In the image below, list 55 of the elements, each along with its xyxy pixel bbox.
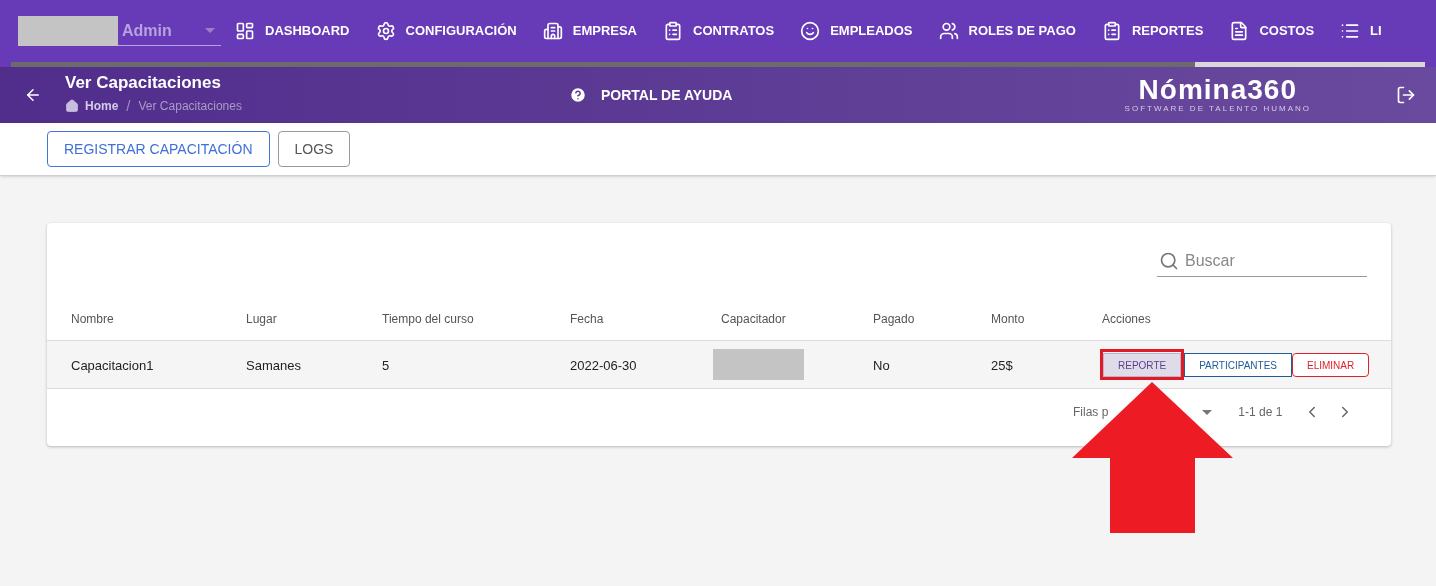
search-field[interactable]: Buscar — [1185, 248, 1355, 273]
home-icon — [65, 99, 79, 113]
report-button[interactable]: REPORTE — [1103, 353, 1182, 378]
column-header: Monto — [991, 311, 1025, 326]
nav-link[interactable]: DASHBOARD — [235, 21, 350, 41]
column-header: Lugar — [246, 311, 277, 326]
column-header: Nombre — [71, 311, 114, 326]
table-cell: Capacitacion1 — [71, 357, 154, 373]
nav-link[interactable]: EMPRESA — [542, 21, 637, 41]
column-header: Tiempo del curso — [382, 311, 474, 326]
caret-icon — [205, 28, 215, 33]
clipboard-icon — [663, 21, 683, 41]
breadcrumb-link[interactable]: Home — [85, 97, 119, 115]
nav-link[interactable]: CONFIGURACIÓN — [375, 21, 517, 41]
column-header: Pagado — [873, 311, 915, 326]
nav-link[interactable]: REPORTES — [1101, 21, 1204, 41]
page-range: 1-1 de 1 — [1238, 404, 1283, 421]
table-cell: Samanes — [246, 357, 301, 373]
back-icon[interactable] — [24, 86, 42, 104]
column-header: Capacitador — [721, 311, 786, 326]
people-icon — [938, 21, 959, 41]
column-header: Fecha — [570, 311, 604, 326]
logs-button[interactable]: LOGS — [277, 131, 351, 167]
search-icon — [1159, 250, 1179, 271]
nav-link[interactable]: LI — [1340, 21, 1382, 41]
face-icon — [800, 21, 821, 41]
page-title: Ver Capacitaciones — [65, 72, 222, 93]
column-header: Acciones — [1102, 311, 1151, 326]
rows-per-page-label: Filas p — [1073, 404, 1109, 421]
nav-link[interactable]: EMPLEADOS — [800, 21, 913, 41]
list-icon — [1340, 21, 1361, 41]
table-cell: 2022-06-30 — [570, 357, 637, 373]
nav-link[interactable]: CONTRATOS — [663, 21, 775, 41]
help-portal-link[interactable]: PORTAL DE AYUDA — [568, 84, 733, 106]
logo-tagline: SOFTWARE DE TALENTO HUMANO — [1124, 104, 1311, 114]
invoice-icon — [1229, 21, 1250, 41]
register-button[interactable]: REGISTRAR CAPACITACIÓN — [47, 131, 270, 167]
logo: Nómina360 — [1138, 76, 1297, 104]
nav-link[interactable]: ROLES DE PAGO — [938, 21, 1076, 41]
logout-icon[interactable] — [1396, 85, 1416, 105]
scroll-thumb[interactable] — [1195, 62, 1425, 67]
delete-button[interactable]: ELIMINAR — [1291, 353, 1370, 378]
building-icon — [542, 21, 563, 41]
user-role: Admin — [122, 20, 172, 41]
participants-button[interactable]: PARTICIPANTES — [1184, 353, 1292, 378]
gear-icon — [375, 21, 396, 41]
help-icon — [568, 86, 587, 104]
breadcrumb-current: Ver Capacitaciones — [138, 98, 242, 115]
table-cell: No — [873, 357, 890, 373]
table-cell: 5 — [382, 357, 390, 373]
breadcrumb-separator: / — [126, 95, 131, 116]
caret-icon — [1202, 409, 1213, 415]
dashboard-icon — [235, 21, 255, 41]
table-cell: 25$ — [991, 357, 1013, 373]
nav-link[interactable]: COSTOS — [1229, 21, 1315, 41]
